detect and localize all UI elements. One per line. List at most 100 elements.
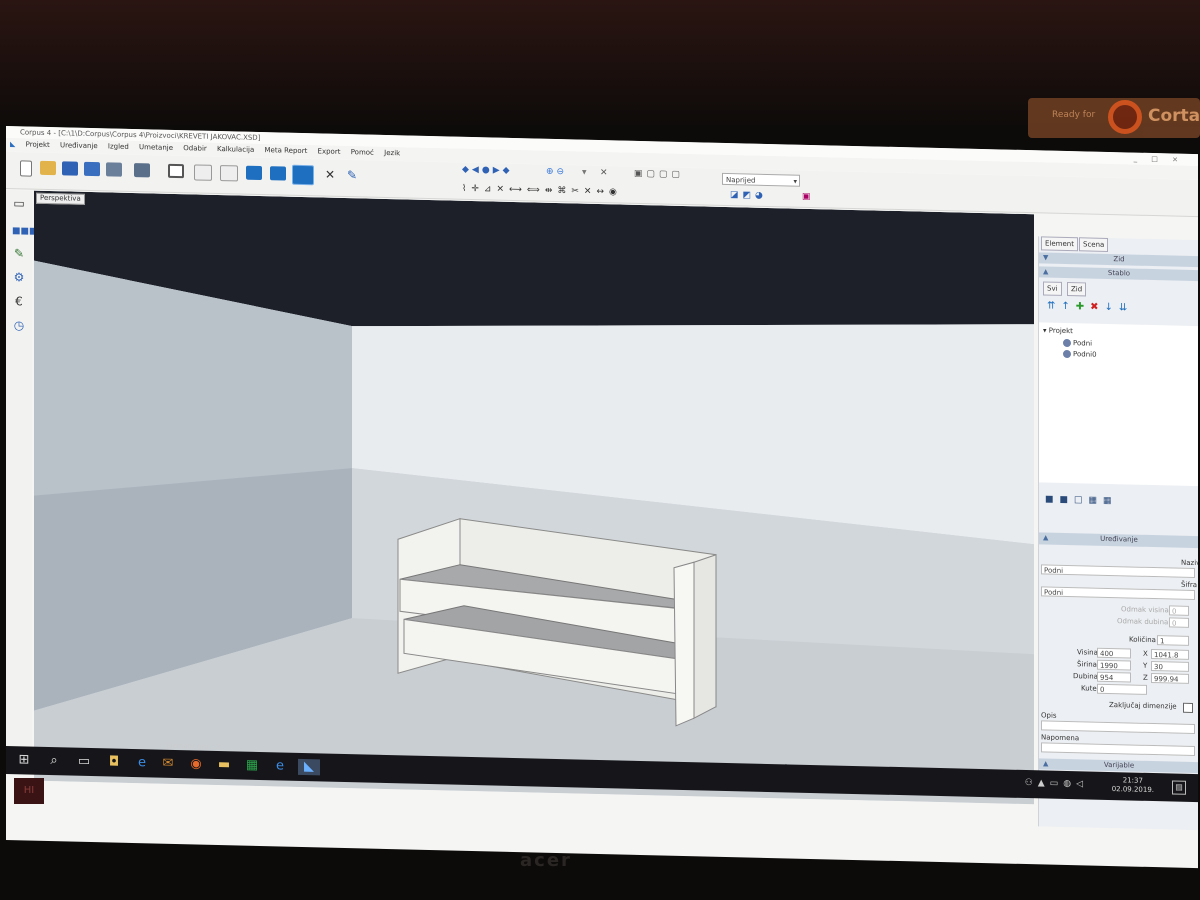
- tree-action-icons[interactable]: ⇈↑✚✖↓⇊: [1047, 301, 1133, 314]
- cortana-sticker: Ready for Corta: [1028, 98, 1200, 138]
- explorer-icon[interactable]: ▬: [216, 757, 232, 773]
- cube-solid-icon[interactable]: [246, 165, 262, 181]
- sticker: HI: [14, 778, 44, 804]
- dropdown-arrow-icon[interactable]: ▾: [582, 168, 594, 178]
- menu-izgled[interactable]: Izgled: [108, 140, 129, 153]
- store-icon[interactable]: ◘: [106, 754, 122, 770]
- zoom-icon[interactable]: ⊕⊖: [546, 167, 576, 178]
- frame-icon[interactable]: [168, 163, 184, 179]
- export-icon[interactable]: [106, 162, 122, 177]
- cube-render-icon[interactable]: [292, 164, 314, 186]
- tree-node-podni0[interactable]: Podni0: [1063, 349, 1097, 359]
- euro-icon[interactable]: €: [12, 294, 26, 308]
- monitor-brand: acer: [520, 850, 572, 871]
- status-bar: Element gru : 2: [166, 741, 221, 752]
- subtab-svi[interactable]: Svi: [1043, 281, 1062, 296]
- view-icons[interactable]: ▣▢▢▢: [634, 169, 714, 181]
- tree-node-podni[interactable]: Podni: [1063, 338, 1092, 348]
- visina-field[interactable]: 400: [1097, 647, 1131, 659]
- sirina-field[interactable]: 1990: [1097, 659, 1131, 671]
- menu-uredivanje[interactable]: Uređivanje: [60, 139, 98, 153]
- menu-jezik[interactable]: Jezik: [384, 147, 400, 160]
- odmak-dubina-field[interactable]: 0: [1169, 617, 1189, 628]
- print-icon[interactable]: [134, 163, 150, 178]
- dots-icon[interactable]: ■■■: [12, 224, 38, 238]
- new-icon[interactable]: [20, 160, 32, 177]
- cortana-logo-icon: [1108, 100, 1142, 134]
- corpus-taskbar-icon[interactable]: ◣: [298, 758, 320, 776]
- menu-odabir[interactable]: Odabir: [183, 142, 207, 156]
- tab-element[interactable]: Element: [1041, 236, 1078, 252]
- open-icon[interactable]: [40, 160, 56, 176]
- brush-icon[interactable]: ✎: [12, 246, 26, 260]
- search-icon[interactable]: ⌕: [46, 753, 62, 769]
- menu-export[interactable]: Export: [318, 145, 341, 159]
- z-field[interactable]: 999.94: [1151, 672, 1189, 684]
- section-uredivanje[interactable]: ▲ Uređivanje: [1039, 532, 1198, 549]
- kut-field[interactable]: 0: [1097, 683, 1147, 695]
- cube-outline-icon[interactable]: [194, 164, 212, 181]
- x-field[interactable]: 1041.8: [1151, 648, 1189, 660]
- wrench-icon[interactable]: ⚙: [12, 270, 26, 284]
- collapse-icon: ▼: [1043, 253, 1049, 262]
- viewport-tab[interactable]: Perspektiva: [36, 192, 85, 205]
- ie-icon[interactable]: e: [272, 758, 288, 774]
- mail-icon[interactable]: ✉: [160, 756, 176, 772]
- render-icons[interactable]: ◪◩◕: [730, 189, 770, 202]
- tree-root[interactable]: ▾ Projekt: [1043, 326, 1073, 335]
- monitor-bezel: [0, 0, 1200, 125]
- clock-icon[interactable]: ◷: [12, 318, 26, 332]
- task-view-icon[interactable]: ▭: [76, 754, 92, 770]
- panel-icon[interactable]: ▭: [12, 196, 26, 210]
- cube-shaded-icon[interactable]: [270, 166, 286, 181]
- close-view-icon[interactable]: ✕: [600, 168, 612, 178]
- sifra-field[interactable]: Podni: [1041, 586, 1195, 601]
- menu-pomoc[interactable]: Pomoć: [351, 146, 374, 160]
- tree-view: ▾ Projekt Podni Podni0: [1039, 322, 1198, 487]
- naziv-field[interactable]: Podni: [1041, 564, 1195, 579]
- right-panel: Element Scena ▼ Zid ▲ Stablo Svi Zid ⇈↑✚…: [1038, 236, 1198, 831]
- lock-dimensions-checkbox[interactable]: [1183, 702, 1193, 713]
- app-logo-icon: ◣: [10, 140, 16, 149]
- y-field[interactable]: 30: [1151, 660, 1189, 672]
- subtab-zid[interactable]: Zid: [1067, 282, 1087, 297]
- expand-icon: ▲: [1043, 267, 1049, 276]
- part-icon: [1063, 349, 1071, 359]
- view-select[interactable]: Naprijed ▾: [722, 172, 800, 187]
- tab-scena[interactable]: Scena: [1079, 237, 1109, 252]
- chevron-down-icon: ▾: [793, 177, 797, 186]
- navigation-arrows-icon[interactable]: ◆◀●▶◆: [462, 165, 542, 177]
- menu-kalkulacija[interactable]: Kalkulacija: [217, 143, 254, 157]
- cube-wire-icon[interactable]: [220, 165, 238, 182]
- menu-umetanje[interactable]: Umetanje: [139, 141, 173, 155]
- firefox-icon[interactable]: ◉: [188, 756, 204, 772]
- screen: Corpus 4 - [C:\1\D:Corpus\Corpus 4\Proiz…: [6, 126, 1198, 869]
- notification-icon[interactable]: ▤: [1172, 780, 1186, 795]
- help-icon[interactable]: ▣: [802, 191, 814, 203]
- start-icon[interactable]: ⊞: [16, 752, 32, 768]
- view-mode-icons[interactable]: ■■□▦▦: [1045, 494, 1118, 506]
- wand-icon[interactable]: ✎: [344, 168, 360, 182]
- 3d-viewport[interactable]: Perspektiva: [34, 190, 1034, 805]
- odmak-visina-field[interactable]: 0: [1169, 605, 1189, 616]
- tools-icon[interactable]: ✕: [322, 167, 338, 182]
- expand-icon: ▲: [1043, 759, 1049, 768]
- dubina-field[interactable]: 954: [1097, 671, 1131, 683]
- tray-icons[interactable]: ⚇▲▭◍◁: [1025, 778, 1088, 789]
- edit-tools-icon[interactable]: ⌇✛⊿✕⟷⟺⇹⌘✂✕↔◉: [462, 183, 722, 201]
- clock[interactable]: 21:37 02.09.2019.: [1112, 776, 1154, 795]
- save-icon[interactable]: [62, 161, 78, 176]
- kolicina-field[interactable]: 1: [1157, 635, 1189, 646]
- napomena-field[interactable]: [1041, 742, 1195, 757]
- spreadsheet-icon[interactable]: ▦: [244, 758, 260, 774]
- expand-icon: ▲: [1043, 533, 1049, 542]
- section-zid[interactable]: ▼ Zid: [1039, 252, 1198, 268]
- menu-projekt[interactable]: Projekt: [26, 138, 50, 152]
- left-toolbar: ▭ ■■■ ✎ ⚙ € ◷: [6, 190, 38, 761]
- scene-render: [34, 190, 1034, 805]
- menu-meta-report[interactable]: Meta Report: [265, 144, 308, 158]
- save-as-icon[interactable]: [84, 161, 100, 177]
- edge-icon[interactable]: e: [134, 755, 150, 771]
- section-stablo[interactable]: ▲ Stablo: [1039, 266, 1198, 282]
- part-icon: [1063, 338, 1071, 348]
